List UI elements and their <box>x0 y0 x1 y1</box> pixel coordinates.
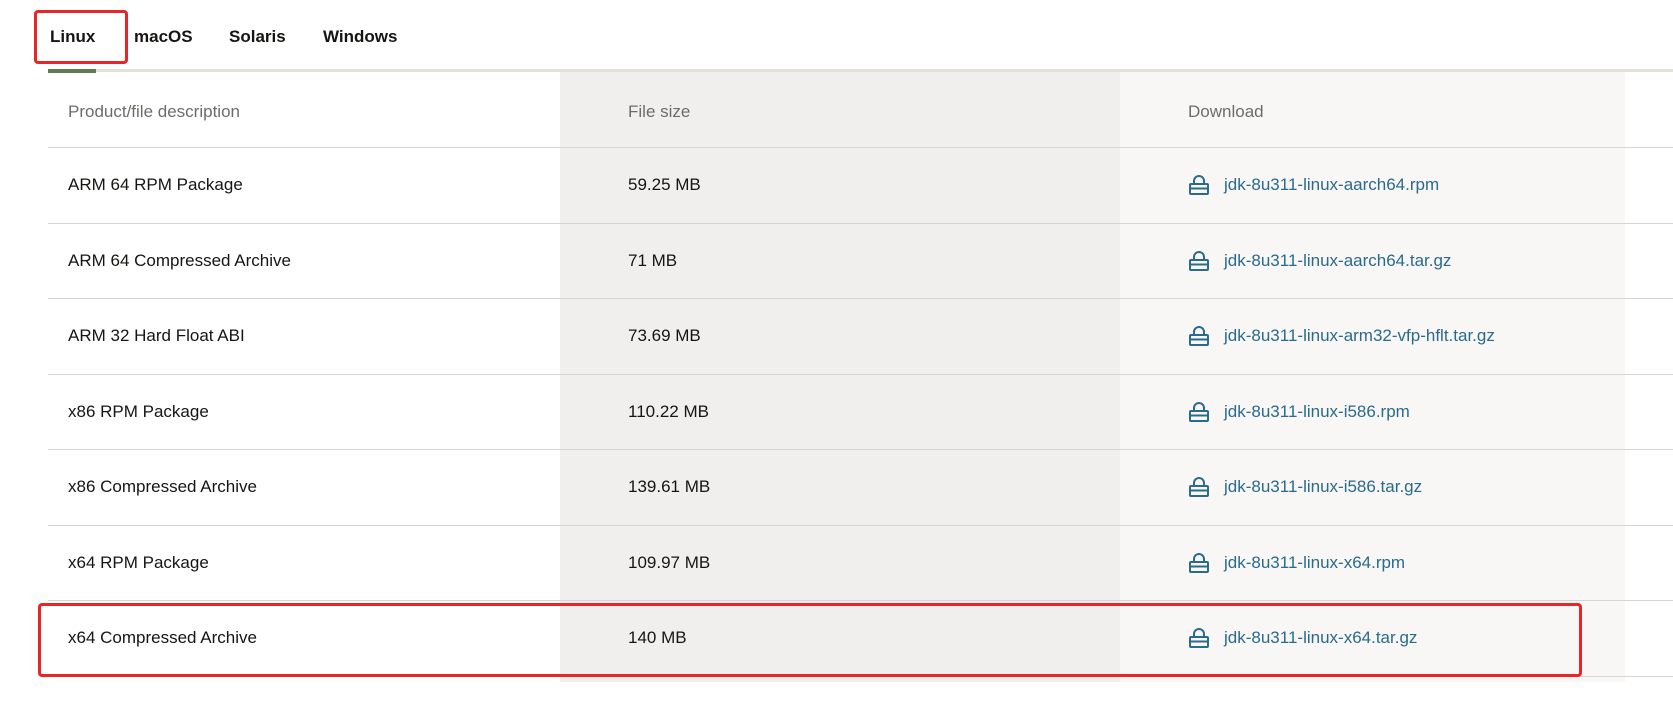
row-file-size: 110.22 MB <box>628 401 709 421</box>
tab-windows[interactable]: Windows <box>323 26 397 48</box>
download-filename: jdk-8u311-linux-arm32-vfp-hflt.tar.gz <box>1224 326 1495 346</box>
tab-macos[interactable]: macOS <box>134 26 193 48</box>
download-filename: jdk-8u311-linux-aarch64.rpm <box>1224 175 1440 195</box>
row-file-size: 73.69 MB <box>628 326 701 346</box>
row-download-cell: jdk-8u311-linux-x64.tar.gz <box>1188 601 1417 676</box>
download-filename: jdk-8u311-linux-i586.tar.gz <box>1224 477 1423 497</box>
row-file-size: 139.61 MB <box>628 477 711 497</box>
table-row: x64 RPM Package 109.97 MB jdk-8u311-linu… <box>48 526 1673 601</box>
table-row: x86 Compressed Archive 139.61 MB jdk-8u3… <box>48 450 1673 526</box>
table-row: ARM 32 Hard Float ABI 73.69 MB jdk-8u311… <box>48 299 1673 375</box>
lock-icon <box>1189 175 1209 196</box>
download-table: Product/file description File size Downl… <box>48 76 1673 677</box>
lock-icon <box>1189 250 1209 271</box>
table-row: x64 Compressed Archive 140 MB jdk-8u311-… <box>48 601 1673 677</box>
row-file-size: 71 MB <box>628 250 678 270</box>
row-download-cell: jdk-8u311-linux-arm32-vfp-hflt.tar.gz <box>1188 299 1495 374</box>
row-file-size: 140 MB <box>628 628 687 648</box>
download-link[interactable]: jdk-8u311-linux-aarch64.tar.gz <box>1188 250 1451 272</box>
table-row: x86 RPM Package 110.22 MB jdk-8u311-linu… <box>48 375 1673 450</box>
active-tab-indicator <box>48 69 96 73</box>
lock-icon <box>1189 477 1209 498</box>
row-download-cell: jdk-8u311-linux-x64.rpm <box>1188 526 1405 601</box>
table-body: ARM 64 RPM Package 59.25 MB jdk-8u311-li… <box>48 148 1673 677</box>
tab-solaris[interactable]: Solaris <box>229 26 286 48</box>
download-filename: jdk-8u311-linux-i586.rpm <box>1224 401 1410 421</box>
row-description: x64 Compressed Archive <box>68 628 257 648</box>
header-download: Download <box>1188 101 1264 121</box>
header-file-size: File size <box>628 101 691 121</box>
download-link[interactable]: jdk-8u311-linux-aarch64.rpm <box>1188 174 1439 196</box>
tab-linux[interactable]: Linux <box>50 26 95 48</box>
table-header-row: Product/file description File size Downl… <box>48 76 1673 148</box>
download-filename: jdk-8u311-linux-aarch64.tar.gz <box>1224 250 1452 270</box>
row-description: ARM 64 RPM Package <box>68 175 243 195</box>
row-download-cell: jdk-8u311-linux-i586.tar.gz <box>1188 450 1422 525</box>
row-description: x64 RPM Package <box>68 552 209 572</box>
row-description: x86 Compressed Archive <box>68 477 257 497</box>
row-file-size: 59.25 MB <box>628 175 701 195</box>
row-download-cell: jdk-8u311-linux-i586.rpm <box>1188 375 1410 450</box>
download-filename: jdk-8u311-linux-x64.tar.gz <box>1224 628 1418 648</box>
row-download-cell: jdk-8u311-linux-aarch64.rpm <box>1188 148 1439 223</box>
row-description: ARM 32 Hard Float ABI <box>68 326 245 346</box>
download-link[interactable]: jdk-8u311-linux-arm32-vfp-hflt.tar.gz <box>1188 325 1495 347</box>
download-filename: jdk-8u311-linux-x64.rpm <box>1224 552 1406 572</box>
table-row: ARM 64 Compressed Archive 71 MB jdk-8u31… <box>48 224 1673 299</box>
lock-icon <box>1189 326 1209 347</box>
row-description: x86 RPM Package <box>68 401 209 421</box>
download-link[interactable]: jdk-8u311-linux-i586.tar.gz <box>1188 476 1422 498</box>
download-link[interactable]: jdk-8u311-linux-x64.rpm <box>1188 552 1405 574</box>
header-description: Product/file description <box>68 101 240 121</box>
row-file-size: 109.97 MB <box>628 552 711 572</box>
lock-icon <box>1189 628 1209 649</box>
row-download-cell: jdk-8u311-linux-aarch64.tar.gz <box>1188 224 1451 299</box>
os-tab-bar: Linux macOS Solaris Windows <box>0 0 1673 73</box>
lock-icon <box>1189 401 1209 422</box>
lock-icon <box>1189 552 1209 573</box>
row-description: ARM 64 Compressed Archive <box>68 250 291 270</box>
download-link[interactable]: jdk-8u311-linux-x64.tar.gz <box>1188 627 1417 649</box>
download-link[interactable]: jdk-8u311-linux-i586.rpm <box>1188 401 1410 423</box>
table-row: ARM 64 RPM Package 59.25 MB jdk-8u311-li… <box>48 148 1673 224</box>
